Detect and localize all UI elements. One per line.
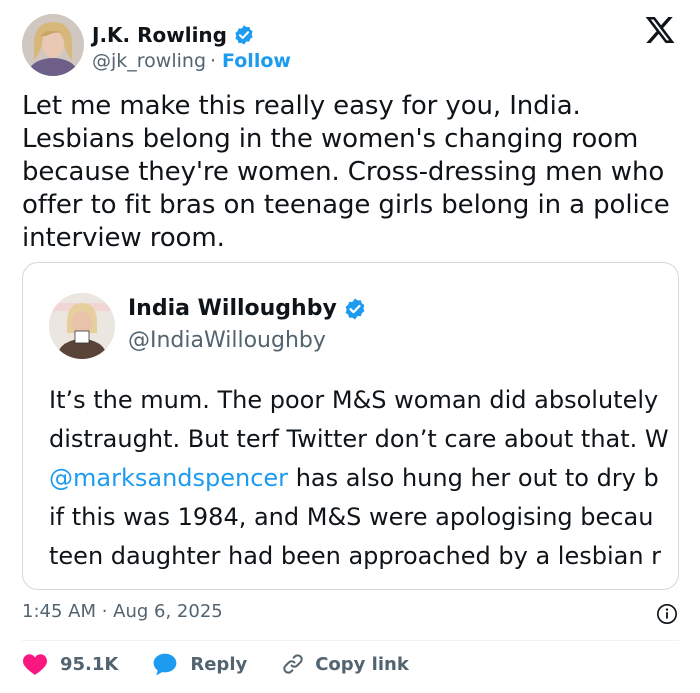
author-handle[interactable]: @jk_rowling: [92, 50, 206, 72]
heart-icon: [23, 654, 47, 675]
action-bar: 95.1K Reply Copy link: [22, 652, 409, 676]
quoted-text-line: distraught. But terf Twitter don’t care …: [49, 425, 669, 453]
quoted-author-avatar[interactable]: [49, 293, 115, 359]
quoted-text-line: It’s the mum. The poor M&S woman did abs…: [49, 386, 659, 414]
tweet-timestamp[interactable]: 1:45 AM · Aug 6, 2025: [22, 601, 223, 622]
author-avatar[interactable]: [22, 14, 84, 76]
follow-button[interactable]: Follow: [222, 50, 291, 72]
x-logo-icon[interactable]: [644, 14, 676, 46]
quoted-text-fragment: has also hung her out to dry b: [295, 464, 659, 492]
tweet-header: J.K. Rowling @jk_rowling · Follow: [22, 14, 678, 78]
link-icon: [283, 654, 303, 674]
quoted-author-handle[interactable]: @IndiaWilloughby: [128, 328, 326, 353]
divider: [22, 640, 679, 641]
verified-badge-icon: [235, 25, 253, 45]
like-count: 95.1K: [60, 653, 119, 675]
quoted-tweet[interactable]: India Willoughby @IndiaWilloughby It’s t…: [22, 262, 679, 590]
quoted-tweet-text: It’s the mum. The poor M&S woman did abs…: [49, 381, 678, 576]
quoted-text-line: teen daughter had been approached by a l…: [49, 542, 662, 570]
reply-bubble-icon: [153, 653, 177, 676]
separator-dot: ·: [210, 50, 217, 72]
quoted-name-row: India Willoughby: [128, 296, 367, 321]
quoted-author-name[interactable]: India Willoughby: [128, 296, 337, 321]
info-icon[interactable]: [656, 603, 678, 625]
quoted-text-line: @marksandspencer has also hung her out t…: [49, 459, 678, 498]
reply-label: Reply: [190, 653, 248, 675]
tweet-text: Let me make this really easy for you, In…: [22, 91, 670, 253]
reply-button[interactable]: Reply: [152, 652, 247, 676]
author-name[interactable]: J.K. Rowling: [92, 23, 227, 47]
author-handle-row: @jk_rowling · Follow: [92, 50, 291, 72]
quoted-text-line: if this was 1984, and M&S were apologisi…: [49, 503, 654, 531]
verified-badge-icon: [345, 298, 365, 319]
copy-link-label: Copy link: [315, 653, 409, 675]
mention-link[interactable]: @marksandspencer: [49, 464, 288, 492]
copy-link-button[interactable]: Copy link: [281, 652, 409, 676]
author-name-row: J.K. Rowling: [92, 23, 255, 47]
like-button[interactable]: 95.1K: [22, 652, 118, 676]
